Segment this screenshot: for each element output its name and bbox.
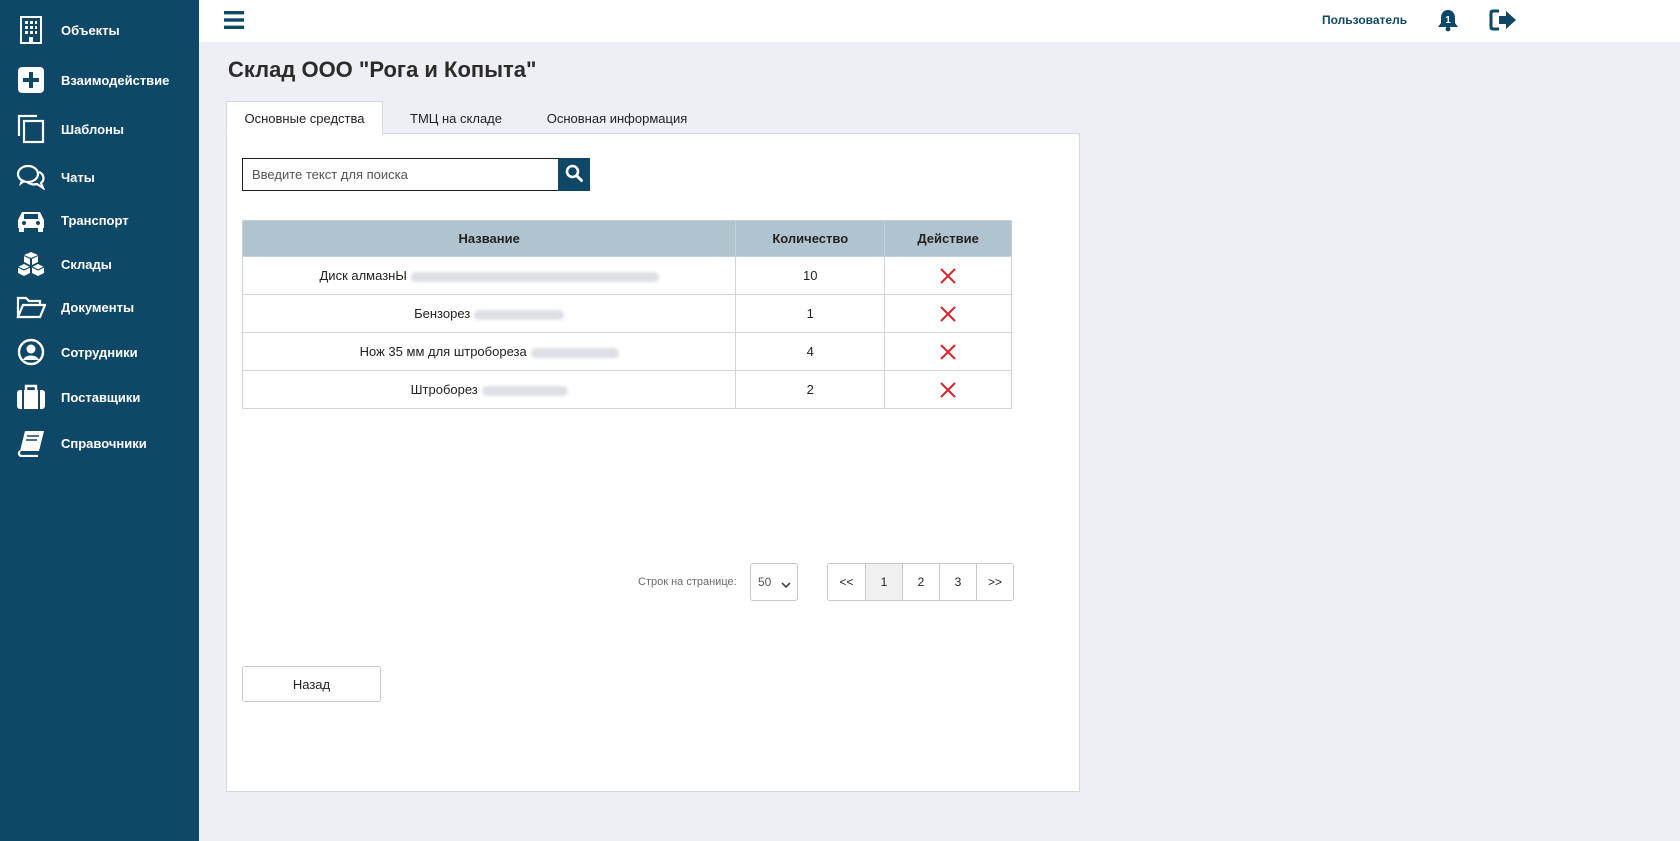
pagination: << 1 2 3 >> [827,563,1014,601]
page-button-3[interactable]: 3 [939,564,976,600]
delete-icon[interactable] [938,304,958,324]
rows-per-page-label: Строк на странице: [638,576,737,588]
car-icon [16,205,46,235]
tab-main-info[interactable]: Основная информация [528,101,706,135]
column-header-quantity[interactable]: Количество [735,220,886,257]
column-header-action: Действие [884,220,1012,257]
delete-icon[interactable] [938,342,958,362]
page-last-button[interactable]: >> [976,564,1013,600]
table-row[interactable]: Диск алмазнЫ 10 [241,256,1012,295]
search-input[interactable] [242,158,558,191]
item-quantity: 10 [735,256,886,295]
folder-open-icon [16,292,46,322]
user-circle-icon [16,337,46,367]
sidebar-item-label: Документы [61,299,135,315]
sidebar: Объекты Взаимодействие Шаблоны Чаты Тран… [0,0,199,841]
logout-icon[interactable] [1489,8,1517,32]
item-name: Бензорез [414,306,471,321]
sidebar-item-templates[interactable]: Шаблоны [0,109,199,149]
hamburger-menu-icon[interactable] [224,10,244,30]
plus-square-icon [16,65,46,95]
content-panel: Название Количество Действие Диск алмазн… [226,133,1080,792]
page-title: Склад ООО "Рога и Копыта" [228,57,537,82]
assets-table: Название Количество Действие Диск алмазн… [241,220,1012,409]
item-quantity: 1 [735,294,886,333]
delete-icon[interactable] [938,266,958,286]
tab-inventory-in-stock[interactable]: ТМЦ на складе [386,101,526,135]
table-row[interactable]: Бензорез 1 [241,294,1012,333]
sidebar-item-label: Транспорт [61,212,129,228]
delete-icon[interactable] [938,380,958,400]
chevron-down-icon [781,578,791,592]
table-row[interactable]: Штроборез 2 [241,370,1012,409]
sidebar-item-label: Справочники [61,435,147,451]
sidebar-item-suppliers[interactable]: Поставщики [0,377,199,417]
sidebar-item-documents[interactable]: Документы [0,287,199,327]
notification-count: 1 [1445,15,1451,26]
sidebar-item-label: Объекты [61,22,120,38]
sidebar-item-warehouses[interactable]: Склады [0,244,199,284]
copy-icon [16,114,46,144]
sidebar-item-objects[interactable]: Объекты [0,10,199,50]
book-icon [16,428,46,458]
bell-icon[interactable]: 1 [1436,8,1460,32]
sidebar-item-transport[interactable]: Транспорт [0,200,199,240]
chat-icon [16,162,46,192]
page-button-2[interactable]: 2 [902,564,939,600]
sidebar-item-label: Сотрудники [61,344,138,360]
boxes-icon [16,249,46,279]
top-bar: Пользователь 1 [199,0,1680,42]
item-name: Диск алмазнЫ [319,268,407,283]
sidebar-item-label: Поставщики [61,389,141,405]
column-header-name[interactable]: Название [241,220,737,257]
sidebar-item-label: Чаты [61,169,95,185]
back-button[interactable]: Назад [242,666,381,702]
page-button-1[interactable]: 1 [865,564,902,600]
item-quantity: 2 [735,370,886,409]
rows-per-page-select[interactable]: 50 [750,563,798,601]
sidebar-item-label: Склады [61,256,112,272]
sidebar-item-employees[interactable]: Сотрудники [0,332,199,372]
rows-per-page-value: 50 [758,575,772,589]
search-bar [242,158,590,191]
sidebar-item-references[interactable]: Справочники [0,423,199,463]
item-name: Штроборез [410,382,478,397]
search-icon [565,164,583,185]
redacted-text [481,385,568,396]
sidebar-item-chats[interactable]: Чаты [0,157,199,197]
redacted-text [410,271,659,282]
user-menu-link[interactable]: Пользователь [1322,13,1407,27]
sidebar-item-label: Шаблоны [61,121,124,137]
search-button[interactable] [558,158,590,191]
page-first-button[interactable]: << [828,564,865,600]
briefcase-icon [16,382,46,412]
table-header-row: Название Количество Действие [241,220,1012,257]
item-name: Нож 35 мм для штробореза [359,344,527,359]
redacted-text [474,309,565,320]
building-icon [16,15,46,45]
table-row[interactable]: Нож 35 мм для штробореза 4 [241,332,1012,371]
redacted-text [530,347,619,358]
sidebar-item-label: Взаимодействие [61,72,170,88]
sidebar-item-interaction[interactable]: Взаимодействие [0,60,199,100]
tab-fixed-assets[interactable]: Основные средства [226,101,383,135]
item-quantity: 4 [735,332,886,371]
